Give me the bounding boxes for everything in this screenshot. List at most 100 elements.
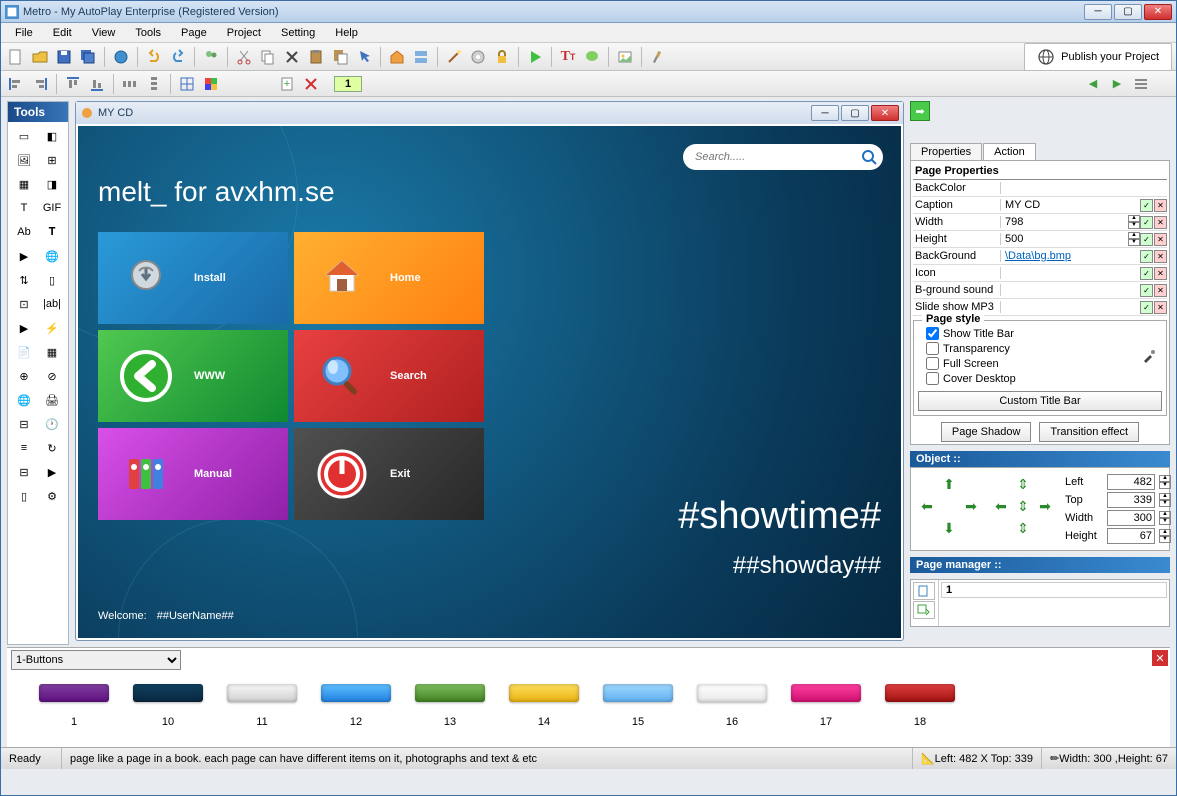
tool-item-26[interactable]: ≡ [11,437,37,459]
tile-install[interactable]: Install [98,232,288,324]
tool-item-20[interactable]: ⊕ [11,365,37,387]
tool-item-14[interactable]: ⊡ [11,293,37,315]
menu-tools[interactable]: Tools [127,25,169,41]
resize-v2-icon[interactable]: ⇕ [1013,518,1033,538]
maximize-button[interactable]: ▢ [1114,4,1142,20]
resize-all-icon[interactable]: ⇕ [1013,496,1033,516]
lock-icon[interactable] [491,46,513,68]
transition-effect-button[interactable]: Transition effect [1039,422,1139,442]
brand-text[interactable]: melt_ for avxhm.se [98,176,335,208]
paste-special-icon[interactable] [329,46,351,68]
open-icon[interactable] [29,46,51,68]
search-icon[interactable] [859,147,879,167]
align-top-icon[interactable] [62,73,84,95]
page-canvas[interactable]: melt_ for avxhm.se InstallHomeWWWSearchM… [78,126,901,638]
resize-h-left-icon[interactable]: ⬅ [991,496,1011,516]
tool-item-9[interactable]: 𝐓 [39,221,65,243]
align-left-icon[interactable] [5,73,27,95]
resize-h-right-icon[interactable]: ➡ [1035,496,1055,516]
tool-item-28[interactable]: ⊟ [11,461,37,483]
tool-item-12[interactable]: ⇅ [11,269,37,291]
nudge-right-icon[interactable]: ➡ [961,496,981,516]
tool-item-4[interactable]: ▦ [11,173,37,195]
menu-help[interactable]: Help [327,25,366,41]
remove-page-icon[interactable] [300,73,322,95]
tool-item-1[interactable]: ◧ [39,125,65,147]
check-show-title-bar[interactable]: Show Title Bar [926,327,1162,340]
pm-add-icon[interactable] [913,582,935,600]
gallery-item-18[interactable]: 18 [873,684,967,728]
inner-maximize-button[interactable]: ▢ [841,105,869,121]
brush-icon[interactable] [647,46,669,68]
menu-project[interactable]: Project [219,25,269,41]
page-list-icon[interactable] [1130,73,1152,95]
tile-home[interactable]: Home [294,232,484,324]
pointer-icon[interactable] [353,46,375,68]
obj-height-input[interactable] [1107,528,1155,544]
menu-view[interactable]: View [84,25,124,41]
align-right-icon[interactable] [29,73,51,95]
tool-item-13[interactable]: ▯ [39,269,65,291]
gallery-close-icon[interactable]: ✕ [1152,650,1168,666]
grid-color-icon[interactable] [200,73,222,95]
cut-icon[interactable] [233,46,255,68]
menu-file[interactable]: File [7,25,41,41]
delete-icon[interactable] [281,46,303,68]
undo-icon[interactable] [143,46,165,68]
obj-left-input[interactable] [1107,474,1155,490]
add-page-icon[interactable]: + [276,73,298,95]
tool-item-7[interactable]: GIF [39,197,65,219]
prop-row-width[interactable]: Width798▲▼✓✕ [913,214,1167,231]
custom-titlebar-button[interactable]: Custom Title Bar [918,391,1162,411]
globe-icon[interactable] [110,46,132,68]
text-format-icon[interactable]: TT [557,46,579,68]
tool-item-5[interactable]: ◨ [39,173,65,195]
prop-row-caption[interactable]: CaptionMY CD✓✕ [913,197,1167,214]
tab-properties[interactable]: Properties [910,143,982,160]
search-input[interactable] [695,151,859,163]
tool-item-21[interactable]: ⊘ [39,365,65,387]
pm-page-item[interactable]: 1 [941,582,1167,598]
go-arrow-icon[interactable]: ➡ [910,101,930,121]
gallery-selector[interactable]: 1-Buttons [11,650,181,670]
grid-icon[interactable] [176,73,198,95]
nudge-up-icon[interactable]: ⬆ [939,474,959,494]
showday-text[interactable]: ##showday## [733,552,881,580]
tile-exit[interactable]: Exit [294,428,484,520]
gallery-item-12[interactable]: 12 [309,684,403,728]
tool-item-18[interactable]: 📄 [11,341,37,363]
gallery-item-10[interactable]: 10 [121,684,215,728]
nudge-down-icon[interactable]: ⬇ [939,518,959,538]
menu-page[interactable]: Page [173,25,215,41]
prop-row-height[interactable]: Height500▲▼✓✕ [913,231,1167,248]
users-icon[interactable] [200,46,222,68]
menu-setting[interactable]: Setting [273,25,323,41]
gallery-item-11[interactable]: 11 [215,684,309,728]
save-all-icon[interactable] [77,46,99,68]
page-indicator[interactable]: 1 [334,76,362,92]
tool-item-30[interactable]: ▯ [11,485,37,507]
inner-minimize-button[interactable]: ─ [811,105,839,121]
page-shadow-button[interactable]: Page Shadow [941,422,1032,442]
next-page-icon[interactable]: ▶ [1106,73,1128,95]
prop-row-b-ground-sound[interactable]: B-ground sound✓✕ [913,282,1167,299]
eyedropper-icon[interactable] [1138,345,1160,367]
tool-item-25[interactable]: 🕐 [39,413,65,435]
tool-item-23[interactable]: 🖨 [39,389,65,411]
picture-icon[interactable] [614,46,636,68]
prop-row-backcolor[interactable]: BackColor [913,180,1167,197]
tile-search[interactable]: Search [294,330,484,422]
search-box[interactable] [683,144,883,170]
save-icon[interactable] [53,46,75,68]
tool-item-24[interactable]: ⊟ [11,413,37,435]
tool-item-15[interactable]: |ab| [39,293,65,315]
tool-item-6[interactable]: T [11,197,37,219]
tool-item-27[interactable]: ↻ [39,437,65,459]
gallery-item-15[interactable]: 15 [591,684,685,728]
pm-dup-icon[interactable] [913,601,935,619]
dist-v-icon[interactable] [143,73,165,95]
tool-item-3[interactable]: ⊞ [39,149,65,171]
close-button[interactable]: ✕ [1144,4,1172,20]
align-bottom-icon[interactable] [86,73,108,95]
new-icon[interactable] [5,46,27,68]
